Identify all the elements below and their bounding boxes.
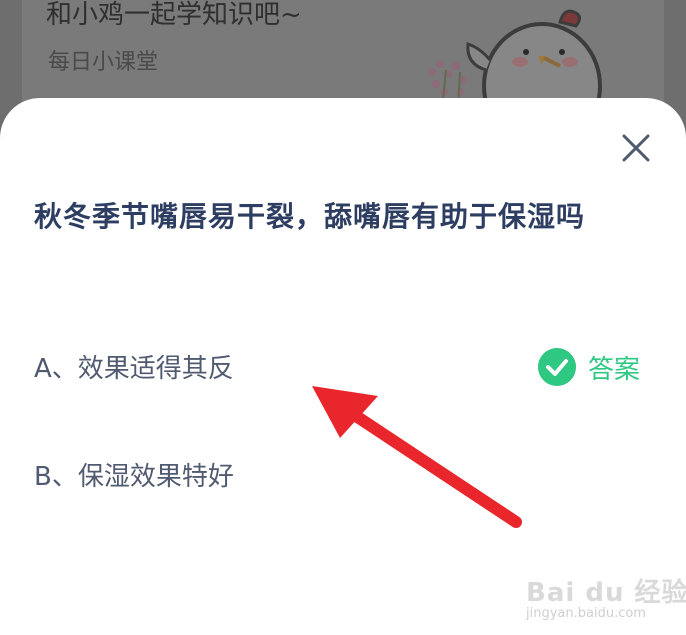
red-arrow-annotation	[312, 386, 522, 528]
option-b-label: B、保湿效果特好	[34, 462, 234, 492]
watermark-brand: Bai du 经验	[526, 578, 686, 608]
question-text: 秋冬季节嘴唇易干裂，舔嘴唇有助于保湿吗	[34, 200, 586, 233]
watermark: Bai du 经验 jingyan.baidu.com	[520, 572, 686, 628]
banner-subtitle: 每日小课堂	[48, 50, 159, 75]
answer-tag: 答案	[538, 346, 640, 388]
check-circle-icon	[538, 348, 576, 386]
chicken-mascot-icon	[428, 9, 602, 110]
quiz-sheet: 秋冬季节嘴唇易干裂，舔嘴唇有助于保湿吗 A、效果适得其反 答案 B、保湿效果特好	[0, 98, 686, 635]
option-a-label: A、效果适得其反	[34, 354, 234, 384]
answer-label: 答案	[588, 354, 641, 385]
close-icon[interactable]	[616, 128, 656, 168]
watermark-url: jingyan.baidu.com	[526, 606, 646, 621]
banner-title: 和小鸡一起学知识吧~	[46, 0, 302, 30]
